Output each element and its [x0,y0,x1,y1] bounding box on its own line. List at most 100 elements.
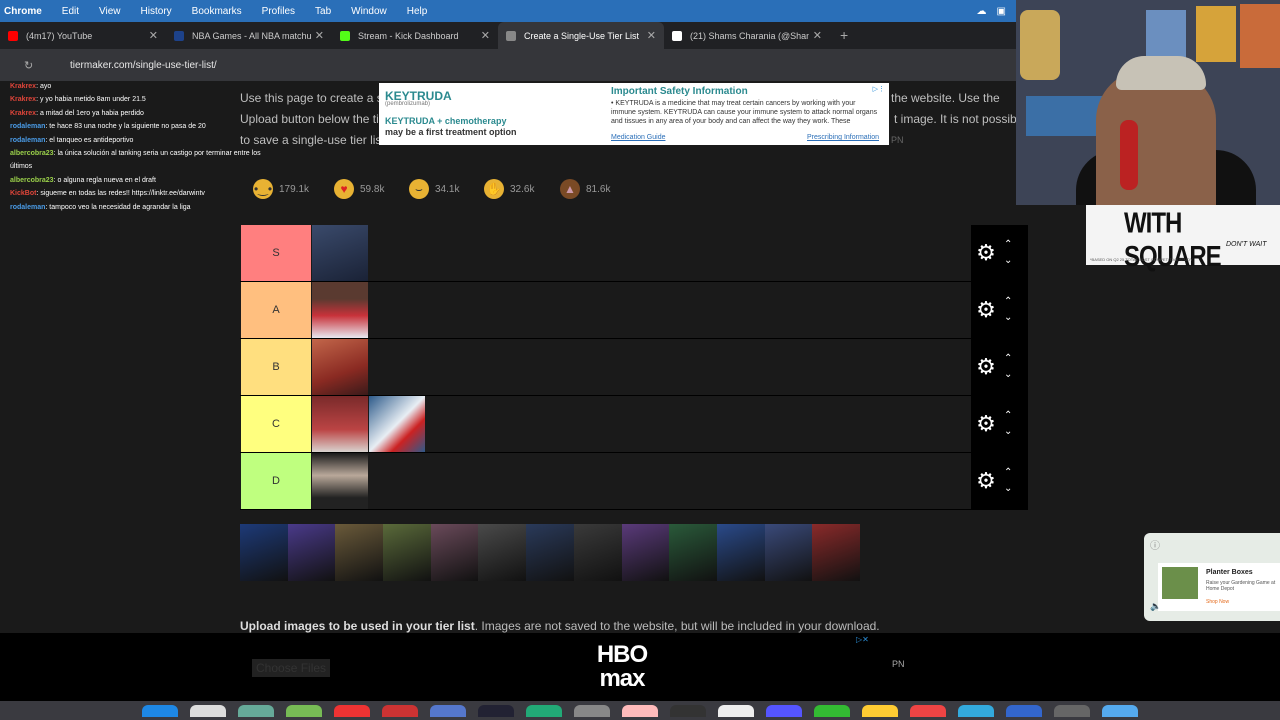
dock-app-icon[interactable] [670,704,706,717]
chevron-down-icon[interactable]: ⌄ [1004,427,1012,437]
tier-item-image[interactable] [369,396,425,452]
tab-tiermaker[interactable]: Create a Single-Use Tier List ✕ [498,22,664,49]
tier-label[interactable]: D [241,453,311,509]
pool-item-image[interactable] [812,524,860,581]
dock-app-icon[interactable] [334,704,370,717]
menu-edit[interactable]: Edit [52,6,89,17]
adchoices-icon[interactable]: ▷⋮ [873,85,885,93]
pool-item-image[interactable] [526,524,574,581]
pool-item-image[interactable] [287,524,336,581]
dock-app-icon[interactable] [1006,704,1042,717]
tier-label[interactable]: A [241,282,311,338]
close-icon[interactable]: ✕ [315,29,324,42]
menu-tab[interactable]: Tab [305,6,341,17]
chevron-down-icon[interactable]: ⌄ [1004,370,1012,380]
reaction-laugh[interactable]: ⌣ 34.1k [409,179,459,199]
dock-app-icon[interactable] [190,704,226,717]
close-icon[interactable]: ✕ [813,29,822,42]
url-field[interactable]: tiermaker.com/single-use-tier-list/ [70,60,217,71]
tier-label[interactable]: C [241,396,311,452]
dock-app-icon[interactable] [382,704,418,717]
dock-app-icon[interactable] [958,704,994,717]
pool-item-image[interactable] [669,524,717,581]
menu-history[interactable]: History [131,6,182,17]
dock-app-icon[interactable] [814,704,850,717]
reaction-poop[interactable]: ▲ 81.6k [560,179,610,199]
chevron-up-icon[interactable]: ⌃ [1004,240,1012,250]
chat-username[interactable]: rodaleman [10,204,45,211]
mute-icon[interactable]: 🔈 [1150,601,1161,612]
menu-help[interactable]: Help [397,6,438,17]
close-icon[interactable]: ✕ [647,29,656,42]
tier-item-image[interactable] [312,453,368,509]
dock-app-icon[interactable] [142,704,178,717]
gear-icon[interactable]: ⚙ [974,354,998,380]
menu-window[interactable]: Window [341,6,397,17]
pool-item-image[interactable] [383,524,431,581]
dock-app-icon[interactable] [862,704,898,717]
chevron-up-icon[interactable]: ⌃ [1004,468,1012,478]
screen-record-icon[interactable]: ▣ [997,6,1006,17]
tab-nba[interactable]: NBA Games - All NBA matchups ✕ [166,22,332,49]
gear-icon[interactable]: ⚙ [974,411,998,437]
tier-label[interactable]: B [241,339,311,395]
dock-app-icon[interactable] [478,704,514,717]
tier-item-image[interactable] [312,396,368,452]
dock-app-icon[interactable] [766,704,802,717]
chat-username[interactable]: rodaleman [10,123,45,130]
choose-files-button[interactable]: Choose Files [252,659,331,677]
pool-item-image[interactable] [764,524,813,581]
tab-kick[interactable]: Stream - Kick Dashboard ✕ [332,22,498,49]
pool-item-image[interactable] [335,524,384,581]
chat-username[interactable]: albercobra23 [10,150,54,157]
reload-icon[interactable]: ↻ [0,59,70,72]
menu-app-name[interactable]: Chrome [0,6,52,17]
pool-item-image[interactable] [240,524,288,581]
menu-profiles[interactable]: Profiles [252,6,305,17]
tier-item-image[interactable] [312,225,368,281]
tier-label[interactable]: S [241,225,311,281]
chat-username[interactable]: Krakrex [10,110,36,117]
chevron-down-icon[interactable]: ⌄ [1004,256,1012,266]
menu-bookmarks[interactable]: Bookmarks [182,6,252,17]
chat-username[interactable]: KickBot [10,190,36,197]
gear-icon[interactable]: ⚙ [974,240,998,266]
chevron-down-icon[interactable]: ⌄ [1004,484,1012,494]
close-icon[interactable]: ✕ [149,29,158,42]
dock-app-icon[interactable] [622,704,658,717]
dock-app-icon[interactable] [430,704,466,717]
pool-item-image[interactable] [621,524,670,581]
dock-app-icon[interactable] [286,704,322,717]
gear-icon[interactable]: ⚙ [974,468,998,494]
chat-username[interactable]: Krakrex [10,83,36,90]
menu-view[interactable]: View [89,6,131,17]
dock-app-icon[interactable] [1054,704,1090,717]
planter-boxes-ad[interactable]: ⓘ Planter Boxes Raise your Gardening Gam… [1144,533,1280,621]
cloud-icon[interactable]: ☁ [977,6,987,17]
chat-username[interactable]: albercobra23 [10,177,54,184]
reaction-heart-eyes[interactable]: ♥ 59.8k [334,179,384,199]
square-ad[interactable]: WITH SQUARE DON'T WAIT *BASED ON Q2 25 T… [1086,205,1280,273]
pool-item-image[interactable] [478,524,527,581]
tab-x-shams[interactable]: (21) Shams Charania (@Shams) ✕ [664,22,830,49]
shop-now-link[interactable]: Shop Now [1206,599,1229,605]
dock-app-icon[interactable] [910,704,946,717]
dock-app-icon[interactable] [238,704,274,717]
tier-item-image[interactable] [312,339,368,395]
chevron-up-icon[interactable]: ⌃ [1004,297,1012,307]
reaction-raised-hands[interactable]: ✋ 32.6k [484,179,534,199]
pool-item-image[interactable] [430,524,479,581]
chevron-down-icon[interactable]: ⌄ [1004,313,1012,323]
chat-username[interactable]: rodaleman [10,137,45,144]
tab-youtube[interactable]: (4m17) YouTube ✕ [0,22,166,49]
dock-app-icon[interactable] [718,704,754,717]
dock-app-icon[interactable] [1102,704,1138,717]
chevron-up-icon[interactable]: ⌃ [1004,411,1012,421]
pool-item-image[interactable] [573,524,622,581]
close-icon[interactable]: ✕ [481,29,490,42]
ad-medication-guide-link[interactable]: Medication Guide [611,134,665,141]
adchoices-icon[interactable]: ▷✕ [856,635,869,644]
dock-app-icon[interactable] [526,704,562,717]
new-tab-button[interactable]: + [830,27,858,49]
chat-username[interactable]: Krakrex [10,96,36,103]
